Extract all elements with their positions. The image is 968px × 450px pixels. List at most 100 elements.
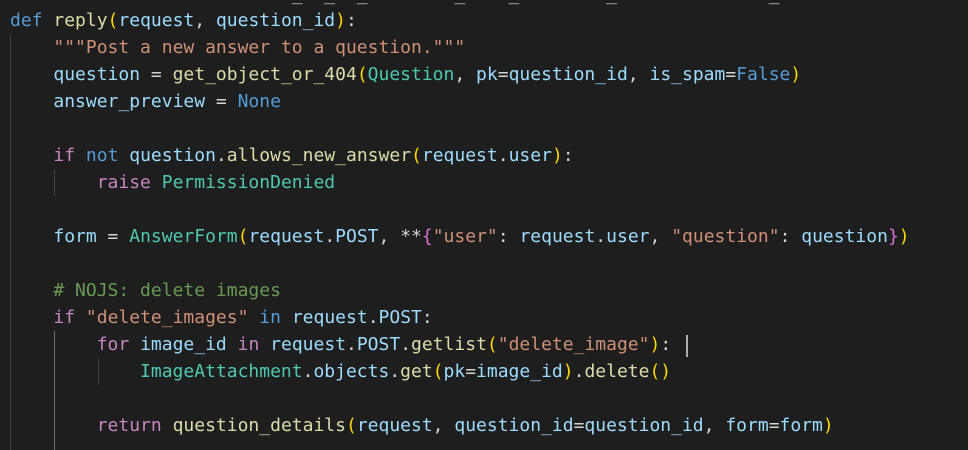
code-token: question_id — [508, 64, 628, 85]
code-token: : — [562, 145, 574, 166]
code-token: = — [573, 415, 585, 436]
code-line[interactable]: answer_preview = None — [10, 88, 281, 115]
code-token: "user" — [432, 226, 498, 247]
code-token: . — [302, 361, 314, 382]
code-token: for — [96, 334, 130, 355]
code-token: def — [10, 10, 43, 31]
code-token: None — [237, 91, 281, 112]
text-cursor — [686, 335, 688, 357]
code-token: answer_preview — [53, 91, 206, 112]
code-token: , — [194, 10, 216, 31]
code-token: } — [887, 226, 899, 247]
code-token: return — [96, 415, 162, 436]
code-token: . — [215, 145, 227, 166]
code-token: ImageAttachment — [140, 361, 303, 382]
code-token: question_details — [172, 415, 346, 436]
code-token: question_id — [584, 415, 704, 436]
code-token: not — [85, 145, 119, 166]
code-line[interactable]: for image_id in request.POST.getlist("de… — [10, 331, 671, 358]
code-token: POST — [335, 226, 379, 247]
code-line[interactable]: question = get_object_or_404(Question, p… — [10, 61, 801, 88]
code-token: = — [96, 226, 130, 247]
code-token: . — [367, 307, 379, 328]
code-line[interactable]: if "delete_images" in request.POST: — [10, 304, 433, 331]
code-token: ( — [237, 226, 249, 247]
code-token: . — [573, 361, 585, 382]
code-token: image_id — [476, 361, 563, 382]
code-token: ) — [551, 145, 563, 166]
code-token: : — [779, 226, 802, 247]
code-token: in — [259, 307, 281, 328]
code-line[interactable]: """Post a new answer to a question.""" — [10, 34, 465, 61]
code-token: "question" — [671, 226, 780, 247]
code-line[interactable]: raise PermissionDenied — [10, 169, 335, 196]
code-token: request — [519, 226, 596, 247]
code-token: ) — [790, 64, 802, 85]
code-token: AnswerForm — [129, 226, 238, 247]
code-token: getlist — [411, 334, 487, 355]
code-token: , ** — [378, 226, 422, 247]
code-token: = — [768, 415, 780, 436]
code-token: objects — [313, 361, 390, 382]
code-token: raise — [96, 172, 151, 193]
code-token: : — [421, 307, 433, 328]
code-line[interactable]: ImageAttachment.objects.get(pk=image_id)… — [10, 358, 671, 385]
code-token: form — [53, 226, 97, 247]
code-line[interactable]: # NOJS: delete images — [10, 277, 281, 304]
code-token: get_object_or_404 — [172, 64, 357, 85]
code-line[interactable]: def reply(request, question_id): — [10, 7, 357, 34]
code-token: in — [237, 334, 260, 355]
code-token: is_spam — [649, 64, 726, 85]
code-editor[interactable]: _ _ _ _ _ _ _ def reply(request, questio… — [0, 0, 968, 450]
code-token: question — [53, 64, 141, 85]
code-token: : — [660, 334, 672, 355]
code-token: if — [53, 307, 76, 328]
code-token: . — [389, 361, 401, 382]
code-token: { — [421, 226, 433, 247]
code-token: user — [508, 145, 552, 166]
code-token: , — [703, 415, 726, 436]
code-token: , — [432, 415, 455, 436]
code-token: ( — [345, 415, 357, 436]
code-token: ( — [411, 145, 422, 166]
code-token: request — [421, 145, 498, 166]
code-token: # NOJS: delete images — [53, 280, 281, 301]
code-token: ( — [107, 10, 119, 31]
code-token: reply — [53, 10, 108, 31]
code-token: False — [736, 64, 791, 85]
code-token: form — [725, 415, 769, 436]
code-token: POST — [356, 334, 401, 355]
code-token: "delete_images" — [85, 307, 249, 328]
code-line[interactable]: return question_details(request, questio… — [10, 412, 834, 439]
code-line[interactable]: if not question.allows_new_answer(reques… — [10, 142, 574, 169]
code-token: image_id — [140, 334, 227, 355]
code-token: user — [606, 226, 650, 247]
code-token: ) — [898, 226, 910, 247]
code-line[interactable]: form = AnswerForm(request.POST, **{"user… — [10, 223, 910, 250]
code-token: "delete_image" — [497, 334, 650, 355]
code-token: () — [649, 361, 672, 382]
code-token: : — [497, 226, 520, 247]
code-token: get — [400, 361, 433, 382]
code-token: ( — [356, 64, 368, 85]
code-token: ( — [432, 361, 444, 382]
code-token: question_id — [454, 415, 574, 436]
code-token: . — [346, 334, 357, 355]
